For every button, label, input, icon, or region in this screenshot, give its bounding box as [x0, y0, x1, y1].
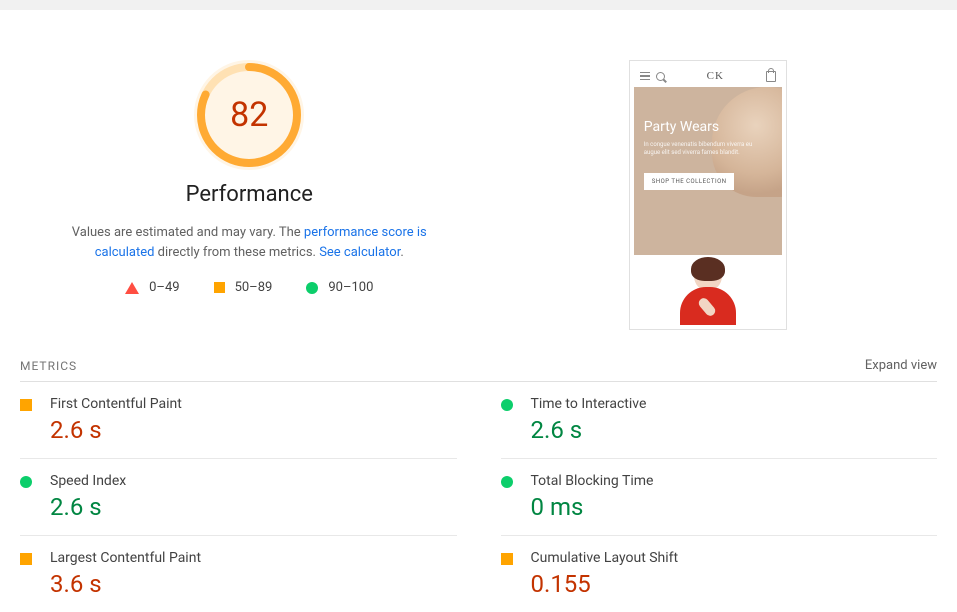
screenshot-thumbnail[interactable]: CK Party Wears In congue venenatis biben…	[629, 60, 787, 330]
preview-logo: CK	[671, 70, 760, 82]
metric-value: 0.155	[531, 570, 938, 598]
metric-name: Cumulative Layout Shift	[531, 550, 938, 566]
score-legend: 0–49 50–89 90–100	[125, 280, 373, 295]
desc-text: Values are estimated and may vary. The	[72, 225, 304, 240]
metric-value: 2.6 s	[50, 416, 457, 444]
metric-status-icon	[20, 476, 32, 488]
person-arm	[696, 296, 717, 318]
metric-value: 0 ms	[531, 493, 938, 521]
performance-score: 82	[194, 60, 304, 170]
desc-text: directly from these metrics.	[154, 245, 319, 260]
preview-hero-title: Party Wears	[644, 119, 772, 135]
search-icon	[656, 72, 665, 81]
metric-row: First Contentful Paint 2.6 s	[20, 382, 457, 459]
metrics-column-right: Time to Interactive 2.6 s Total Blocking T…	[501, 382, 938, 612]
metric-name: Time to Interactive	[531, 396, 938, 412]
legend-good: 90–100	[306, 280, 373, 295]
metric-name: Largest Contentful Paint	[50, 550, 457, 566]
header-section: 82 Performance Values are estimated and …	[0, 60, 957, 330]
metrics-column-left: First Contentful Paint 2.6 s Speed Index 2.…	[20, 382, 457, 612]
legend-fail-label: 0–49	[149, 280, 179, 295]
preview-shop-button: SHOP THE COLLECTION	[644, 173, 735, 190]
preview-hero: Party Wears In congue venenatis bibendum…	[634, 87, 782, 255]
desc-text: .	[400, 245, 403, 260]
metric-status-icon	[501, 553, 513, 565]
metric-name: Speed Index	[50, 473, 457, 489]
circle-icon	[306, 282, 318, 294]
metric-name: Total Blocking Time	[531, 473, 938, 489]
screenshot-preview-panel: CK Party Wears In congue venenatis biben…	[479, 60, 938, 330]
legend-avg-label: 50–89	[235, 280, 273, 295]
metric-row: Largest Contentful Paint 3.6 s	[20, 536, 457, 612]
person-hair	[691, 257, 725, 281]
metric-name: First Contentful Paint	[50, 396, 457, 412]
performance-gauge: 82	[194, 60, 304, 170]
metric-row: Cumulative Layout Shift 0.155	[501, 536, 938, 612]
preview-inner: CK Party Wears In congue venenatis biben…	[634, 65, 782, 325]
see-calculator-link[interactable]: See calculator	[319, 245, 400, 260]
preview-lower	[634, 255, 782, 325]
metric-body: Largest Contentful Paint 3.6 s	[50, 550, 457, 598]
square-icon	[214, 282, 225, 293]
triangle-icon	[125, 282, 139, 294]
metric-value: 3.6 s	[50, 570, 457, 598]
metrics-header: METRICS Expand view	[0, 358, 957, 373]
performance-panel: 82 Performance Values are estimated and …	[20, 60, 479, 330]
metric-row: Speed Index 2.6 s	[20, 459, 457, 536]
metric-body: Cumulative Layout Shift 0.155	[531, 550, 938, 598]
preview-topbar: CK	[634, 65, 782, 87]
metric-status-icon	[20, 553, 32, 565]
legend-good-label: 90–100	[328, 280, 373, 295]
metric-body: First Contentful Paint 2.6 s	[50, 396, 457, 444]
metrics-label: METRICS	[20, 359, 77, 373]
metric-status-icon	[20, 399, 32, 411]
metric-status-icon	[501, 399, 513, 411]
window-topbar	[0, 0, 957, 10]
metric-value: 2.6 s	[50, 493, 457, 521]
legend-avg: 50–89	[214, 280, 273, 295]
hamburger-icon	[640, 72, 650, 81]
shopping-bag-icon	[766, 71, 776, 82]
legend-fail: 0–49	[125, 280, 179, 295]
metric-row: Total Blocking Time 0 ms	[501, 459, 938, 536]
metrics-grid: First Contentful Paint 2.6 s Speed Index 2.…	[0, 382, 957, 612]
metric-value: 2.6 s	[531, 416, 938, 444]
metric-status-icon	[501, 476, 513, 488]
metric-body: Total Blocking Time 0 ms	[531, 473, 938, 521]
performance-description: Values are estimated and may vary. The p…	[49, 223, 449, 262]
expand-view-button[interactable]: Expand view	[865, 358, 937, 373]
metric-row: Time to Interactive 2.6 s	[501, 382, 938, 459]
preview-person-image	[679, 261, 737, 325]
person-body	[680, 287, 736, 325]
metric-body: Time to Interactive 2.6 s	[531, 396, 938, 444]
preview-hero-subtitle: In congue venenatis bibendum viverra eu …	[644, 141, 764, 158]
metric-body: Speed Index 2.6 s	[50, 473, 457, 521]
performance-title: Performance	[186, 182, 313, 207]
